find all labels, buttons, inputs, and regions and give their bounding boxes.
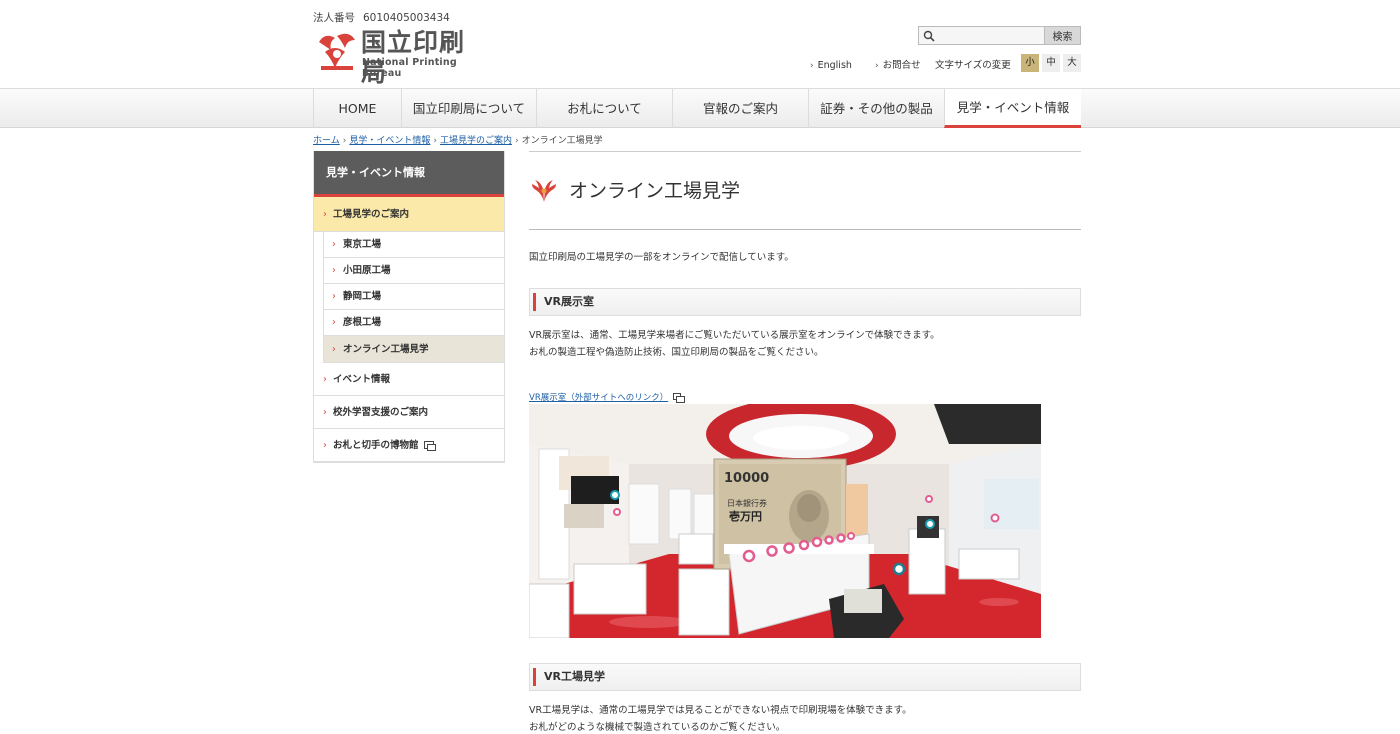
sidebar-item-factory-tour[interactable]: › 工場見学のご案内 — [314, 197, 504, 232]
sidebar-item-online-factory-tour[interactable]: › オンライン工場見学 — [324, 336, 504, 363]
search-icon — [923, 30, 935, 42]
sidebar: 見学・イベント情報 › 工場見学のご案内 › 東京工場 › 小田原工場 › 静岡工場 ›… — [313, 151, 505, 463]
banknote-denomination: 10000 — [724, 471, 769, 486]
sidebar-item-school-support[interactable]: › 校外学習支援のご案内 — [314, 396, 504, 429]
english-link[interactable]: › English — [810, 60, 862, 71]
logo-mark-icon — [319, 33, 355, 70]
chevron-right-icon: › — [323, 407, 327, 418]
breadcrumb-current: オンライン工場見学 — [521, 136, 603, 146]
font-size-label: 文字サイズの変更 — [935, 60, 1011, 71]
sidebar-item-odawara-factory[interactable]: › 小田原工場 — [324, 258, 504, 284]
banknote-issuer: 日本銀行券 — [727, 498, 767, 508]
vr-factory-tour-description: VR工場見学は、通常の工場見学では見ることができない視点で印刷現場を体験できます… — [529, 702, 912, 734]
chevron-right-icon: › — [874, 61, 879, 71]
chevron-right-icon: › — [332, 239, 336, 250]
paragraph-line: VR工場見学は、通常の工場見学では見ることができない視点で印刷現場を体験できます… — [529, 705, 912, 716]
section-heading-vr-showroom: VR展示室 — [529, 288, 1081, 316]
site-header: 法人番号 6010405003434 国立印刷局 National Printin… — [0, 0, 1400, 88]
chevron-right-icon: › — [332, 265, 336, 276]
breadcrumb-home-link[interactable]: ホーム — [313, 136, 340, 146]
external-link-icon — [423, 440, 436, 451]
sidebar-item-label: 小田原工場 — [343, 265, 391, 276]
section-heading-vr-factory-tour: VR工場見学 — [529, 663, 1081, 691]
gnav-about[interactable]: 国立印刷局について — [401, 89, 536, 128]
sidebar-item-label: 静岡工場 — [343, 291, 382, 302]
chevron-right-icon: › — [332, 317, 336, 328]
search-input[interactable] — [938, 27, 1044, 44]
sidebar-item-label: 東京工場 — [343, 239, 382, 250]
font-size-small-button[interactable]: 小 — [1021, 54, 1039, 72]
sidebar-submenu: › 東京工場 › 小田原工場 › 静岡工場 › 彦根工場 › オンライン工場見学 — [323, 232, 504, 363]
sidebar-item-hikone-factory[interactable]: › 彦根工場 — [324, 310, 504, 336]
gnav-securities-products[interactable]: 証券・その他の製品 — [808, 89, 944, 128]
sidebar-item-label: 校外学習支援のご案内 — [333, 407, 429, 418]
corporate-number: 法人番号 6010405003434 — [313, 10, 450, 25]
logo-english-text: National Printing Bureau — [362, 57, 457, 79]
external-link-icon — [673, 393, 686, 403]
corporate-number-value: 6010405003434 — [363, 12, 450, 24]
page-title: オンライン工場見学 — [569, 180, 741, 202]
search-box: 検索 — [918, 26, 1081, 45]
sidebar-item-museum[interactable]: › お札と切手の博物館 — [314, 429, 504, 462]
vr-showroom-panorama: 10000 日本銀行券 壱万円 — [529, 404, 1041, 638]
sidebar-item-label: 工場見学のご案内 — [333, 209, 410, 220]
vr-showroom-link[interactable]: VR展示室（外部サイトへのリンク） — [529, 391, 686, 403]
vr-showroom-description: VR展示室は、通常、工場見学来場者にご覧いただいている展示室をオンラインで体験で… — [529, 327, 940, 361]
sidebar-item-label: 彦根工場 — [343, 317, 382, 328]
breadcrumb: ホーム › 見学・イベント情報 › 工場見学のご案内 › オンライン工場見学 — [313, 133, 603, 146]
intro-text: 国立印刷局の工場見学の一部をオンラインで配信しています。 — [529, 252, 794, 263]
sidebar-item-label: オンライン工場見学 — [343, 344, 429, 355]
divider — [529, 229, 1081, 230]
gnav-official-gazette[interactable]: 官報のご案内 — [672, 89, 808, 128]
paragraph-line: お札がどのような機械で製造されているのかご覧ください。 — [529, 722, 786, 733]
breadcrumb-separator: › — [514, 136, 519, 146]
sidebar-heading: 見学・イベント情報 — [314, 151, 504, 197]
divider — [529, 151, 1081, 152]
bureau-emblem-icon — [532, 180, 556, 202]
font-size-medium-button[interactable]: 中 — [1042, 54, 1060, 72]
chevron-right-icon: › — [332, 291, 336, 302]
sidebar-item-shizuoka-factory[interactable]: › 静岡工場 — [324, 284, 504, 310]
paragraph-line: VR展示室は、通常、工場見学来場者にご覧いただいている展示室をオンラインで体験で… — [529, 330, 940, 341]
sidebar-item-tokyo-factory[interactable]: › 東京工場 — [324, 232, 504, 258]
contact-link[interactable]: › お問合せ — [875, 60, 931, 71]
banknote-value-text: 壱万円 — [729, 509, 762, 523]
sidebar-item-events[interactable]: › イベント情報 — [314, 363, 504, 396]
chevron-right-icon: › — [810, 61, 814, 71]
vr-showroom-link-label: VR展示室（外部サイトへのリンク） — [529, 393, 669, 403]
breadcrumb-factory-tour-link[interactable]: 工場見学のご案内 — [440, 136, 512, 146]
chevron-right-icon: › — [323, 209, 327, 220]
chevron-right-icon: › — [323, 374, 327, 385]
breadcrumb-separator: › — [433, 136, 437, 146]
corporate-number-label: 法人番号 — [313, 12, 355, 24]
breadcrumb-tours-link[interactable]: 見学・イベント情報 — [349, 136, 430, 146]
vr-showroom-image[interactable]: 10000 日本銀行券 壱万円 — [529, 404, 1041, 638]
global-navigation: HOME 国立印刷局について お札について 官報のご案内 証券・その他の製品 見… — [0, 88, 1400, 128]
gnav-tours-events[interactable]: 見学・イベント情報 — [944, 89, 1081, 128]
contact-link-label: お問合せ — [882, 60, 921, 71]
utility-links: › English › お問合せ — [810, 57, 941, 71]
font-size-large-button[interactable]: 大 — [1063, 54, 1081, 72]
search-button[interactable]: 検索 — [1044, 27, 1080, 44]
english-link-label: English — [817, 60, 852, 71]
site-logo[interactable]: 国立印刷局 National Printing Bureau — [315, 28, 490, 87]
gnav-banknotes[interactable]: お札について — [536, 89, 672, 128]
sidebar-item-label: お札と切手の博物館 — [333, 440, 419, 451]
chevron-right-icon: › — [323, 440, 327, 451]
breadcrumb-separator: › — [342, 136, 347, 146]
gnav-home[interactable]: HOME — [313, 89, 401, 128]
chevron-right-icon: › — [332, 344, 336, 355]
sidebar-item-label: イベント情報 — [333, 374, 391, 385]
paragraph-line: お札の製造工程や偽造防止技術、国立印刷局の製品をご覧ください。 — [529, 347, 824, 358]
